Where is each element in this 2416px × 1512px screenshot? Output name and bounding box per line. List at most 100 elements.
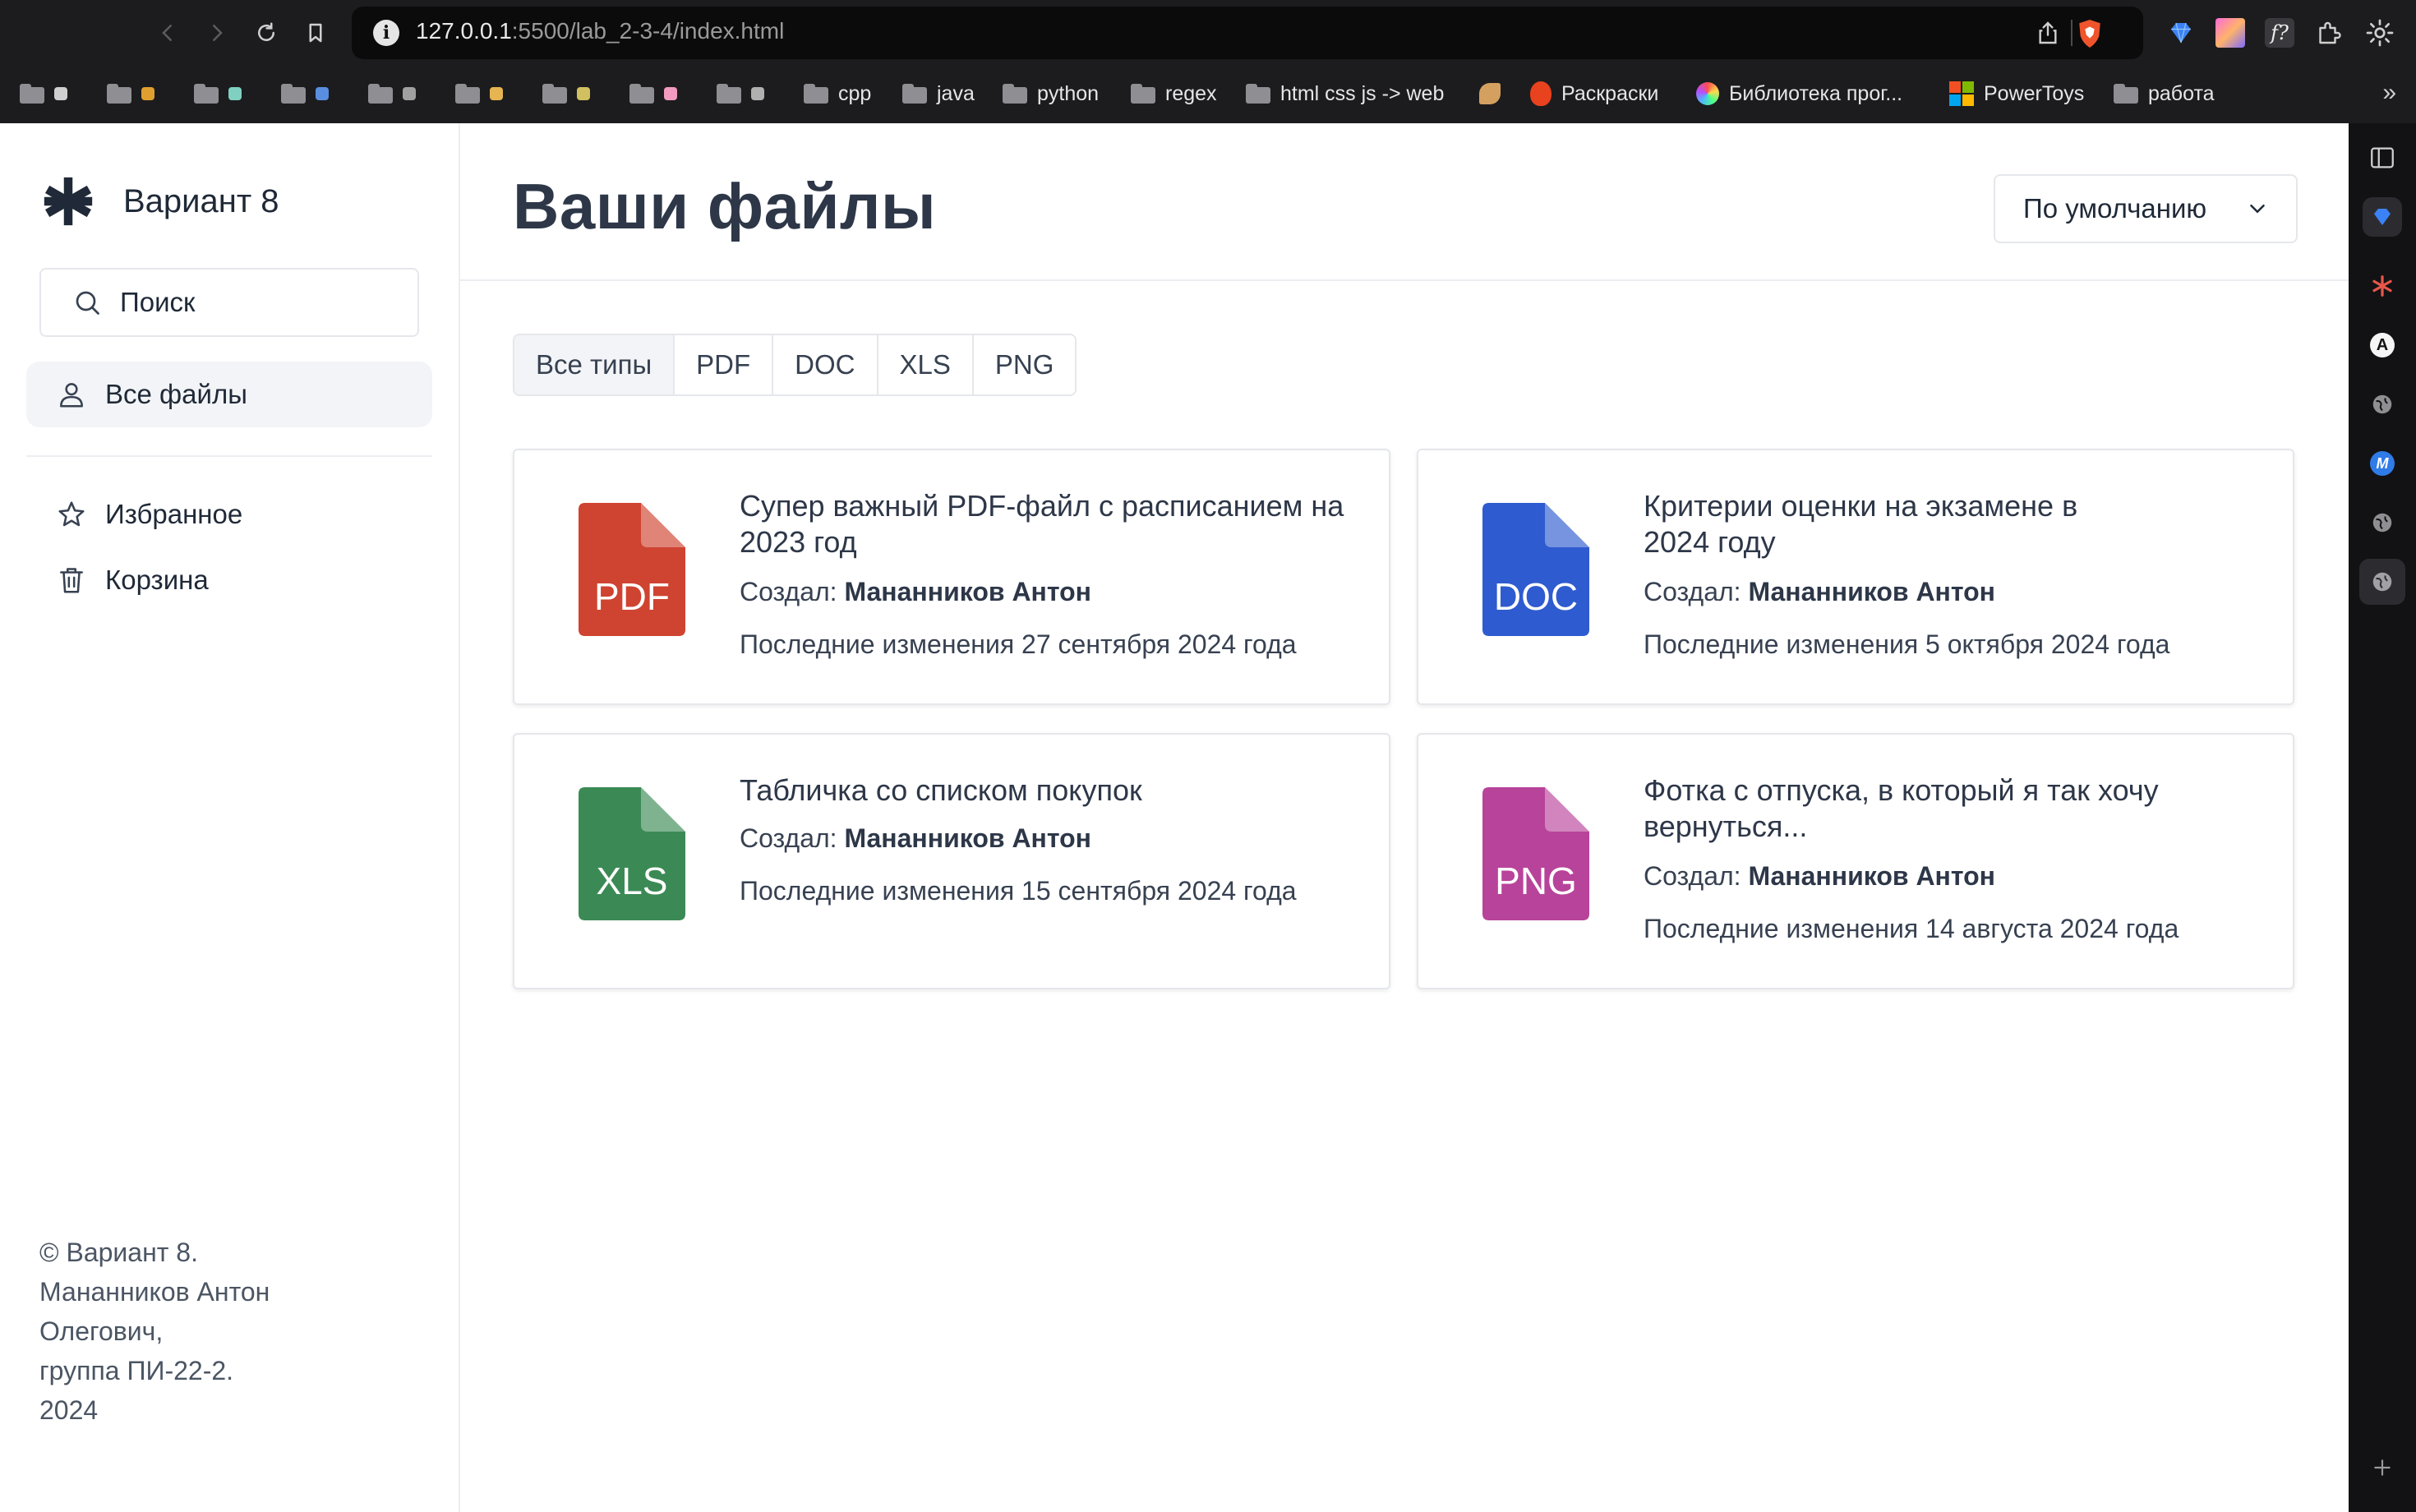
- bookmark-folder[interactable]: [194, 77, 242, 110]
- bookmark-emoji-icon: [490, 87, 503, 100]
- bookmark-folder[interactable]: [629, 77, 677, 110]
- app-sidebar: Вариант 8 Поиск Все файлы Избранное Корз…: [0, 123, 460, 1512]
- panel-m-icon[interactable]: M: [2366, 447, 2399, 480]
- folder-icon: [542, 84, 567, 104]
- file-title: Фотка с отпуска, в который я так хочу ве…: [1644, 773, 2159, 843]
- filter-pdf[interactable]: PDF: [675, 335, 774, 394]
- reload-icon: [258, 22, 274, 41]
- formula-extension-icon[interactable]: f?: [2265, 18, 2294, 48]
- browser-toolbar: i 127.0.0.1:5500/lab_2-3-4/index.html f?: [0, 0, 2416, 66]
- panel-globe-icon[interactable]: [2366, 388, 2399, 421]
- bookmark-label: PowerToys: [1984, 81, 2085, 105]
- folder-icon: [629, 84, 654, 104]
- gradient-extension-icon[interactable]: [2215, 18, 2245, 48]
- author-name: Мананников Антон: [844, 577, 1091, 606]
- reload-button[interactable]: [250, 16, 283, 49]
- sidebar-item-all-files[interactable]: Все файлы: [26, 362, 432, 427]
- sort-selected-value: По умолчанию: [2023, 193, 2207, 224]
- xls-file-icon: XLS: [579, 787, 685, 920]
- file-type-label: DOC: [1494, 575, 1578, 618]
- file-title: Критерии оценки на экзамене в 2024 году: [1644, 489, 2078, 559]
- forward-button[interactable]: [201, 16, 233, 49]
- file-type-label: PNG: [1495, 860, 1577, 902]
- bookmark-emoji-icon: [751, 87, 764, 100]
- sidebar-toggle-icon[interactable]: [2366, 141, 2399, 174]
- brave-shield-icon[interactable]: [2076, 18, 2104, 49]
- panel-globe-active-icon[interactable]: [2359, 559, 2405, 605]
- bookmark-folder[interactable]: [368, 77, 416, 110]
- share-icon[interactable]: [2035, 20, 2061, 46]
- panel-diamond-icon[interactable]: [2363, 197, 2402, 237]
- url-path: :5500/lab_2-3-4/index.html: [511, 18, 785, 44]
- bookmark-folder-work[interactable]: работа: [2114, 77, 2215, 110]
- panel-asterisk-icon[interactable]: [2366, 270, 2399, 302]
- bookmark-folder[interactable]: [281, 77, 329, 110]
- info-icon[interactable]: i: [373, 20, 399, 46]
- folder-icon: [1246, 84, 1270, 104]
- panel-globe-icon[interactable]: [2366, 506, 2399, 539]
- bookmark-folder[interactable]: [455, 77, 503, 110]
- folder-icon: [717, 84, 741, 104]
- address-bar[interactable]: i 127.0.0.1:5500/lab_2-3-4/index.html: [352, 7, 2143, 59]
- bookmark-folder-cpp[interactable]: cpp: [804, 77, 871, 110]
- panel-a-icon[interactable]: A: [2366, 329, 2399, 362]
- bookmark-folder-python[interactable]: python: [1003, 77, 1099, 110]
- filter-doc[interactable]: DOC: [773, 335, 878, 394]
- search-icon: [76, 291, 99, 315]
- diamond-extension-icon[interactable]: [2166, 18, 2196, 48]
- search-input[interactable]: Поиск: [39, 268, 419, 337]
- star-multicolor-icon: [1696, 82, 1719, 105]
- bookmark-folder[interactable]: [717, 77, 764, 110]
- bookmark-emoji-icon: [141, 87, 154, 100]
- page-title: Ваши файлы: [513, 170, 937, 242]
- png-file-icon: PNG: [1482, 787, 1589, 920]
- url-host: 127.0.0.1: [416, 18, 512, 44]
- sidebar-item-favorites[interactable]: Избранное: [26, 482, 432, 547]
- page-header: Ваши файлы По умолчанию: [460, 123, 2349, 281]
- bookmark-site-library[interactable]: Библиотека прог...: [1696, 77, 1902, 110]
- file-author: Создал: Мананников Антон: [740, 577, 1091, 607]
- main-content: Ваши файлы По умолчанию Все типы PDF DOC…: [460, 123, 2349, 1512]
- bookmark-label: python: [1037, 81, 1100, 105]
- filter-all-types[interactable]: Все типы: [514, 335, 675, 394]
- filter-xls[interactable]: XLS: [878, 335, 974, 394]
- brand-name: Вариант 8: [123, 182, 279, 219]
- file-title: Табличка со списком покупок: [740, 773, 1142, 807]
- author-label: Создал:: [1644, 577, 1741, 606]
- bookmark-label: Раскраски: [1561, 81, 1659, 105]
- brand[interactable]: Вариант 8: [39, 173, 279, 230]
- bookmark-folder[interactable]: [20, 77, 67, 110]
- bookmark-site-powertoys[interactable]: PowerToys: [1949, 77, 2084, 110]
- sort-select[interactable]: По умолчанию: [1994, 174, 2298, 243]
- author-label: Создал:: [740, 823, 837, 853]
- bookmark-folder-regex[interactable]: regex: [1131, 77, 1217, 110]
- back-button[interactable]: [151, 16, 184, 49]
- file-card[interactable]: DOC Критерии оценки на экзамене в 2024 г…: [1417, 449, 2294, 705]
- sidebar-item-trash[interactable]: Корзина: [26, 547, 432, 613]
- bookmark-site-coloring[interactable]: Раскраски: [1530, 77, 1658, 110]
- settings-gear-icon[interactable]: [2365, 18, 2395, 48]
- footer-line: © Вариант 8.: [39, 1238, 198, 1267]
- file-modified: Последние изменения 27 сентября 2024 год…: [740, 629, 1297, 659]
- pdf-file-icon: PDF: [579, 503, 685, 636]
- sidebar-item-label: Корзина: [105, 565, 209, 595]
- folder-icon: [902, 84, 927, 104]
- url-separator: [2071, 20, 2073, 46]
- file-card[interactable]: PNG Фотка с отпуска, в который я так хоч…: [1417, 733, 2294, 989]
- bookmark-button[interactable]: [299, 16, 332, 49]
- filter-png[interactable]: PNG: [973, 335, 1076, 394]
- file-author: Создал: Мананников Антон: [1644, 577, 1995, 607]
- bookmark-folder[interactable]: [107, 77, 154, 110]
- type-filter-group: Все типы PDF DOC XLS PNG: [513, 334, 1077, 396]
- bookmarks-overflow-button[interactable]: »: [2382, 79, 2396, 107]
- file-card[interactable]: PDF Супер важный PDF-файл с расписанием …: [513, 449, 1390, 705]
- file-card[interactable]: XLS Табличка со списком покупок Создал: …: [513, 733, 1390, 989]
- bookmark-site[interactable]: [1479, 77, 1501, 110]
- bookmark-folder-java[interactable]: java: [902, 77, 975, 110]
- url-text[interactable]: 127.0.0.1:5500/lab_2-3-4/index.html: [416, 18, 784, 44]
- bookmark-folder-web[interactable]: html css js -> web: [1246, 77, 1444, 110]
- bookmark-label: html css js -> web: [1280, 81, 1445, 105]
- puzzle-extensions-icon[interactable]: [2314, 18, 2344, 48]
- panel-add-icon[interactable]: [2366, 1451, 2399, 1484]
- bookmark-folder[interactable]: [542, 77, 590, 110]
